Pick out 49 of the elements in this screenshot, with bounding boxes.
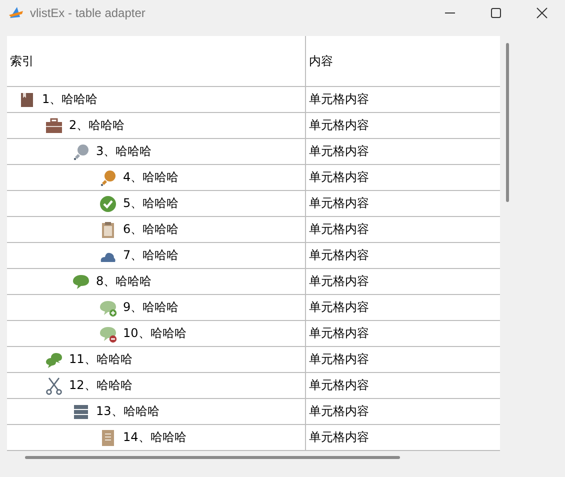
tree-item-label[interactable]: 14、哈哈哈 xyxy=(123,429,186,446)
list-icon xyxy=(72,402,90,420)
tree-item-label[interactable]: 4、哈哈哈 xyxy=(123,169,179,186)
tree-item-label[interactable]: 11、哈哈哈 xyxy=(69,351,132,368)
speech-bubble-remove-icon xyxy=(99,324,117,342)
scrollbar-thumb[interactable] xyxy=(506,43,509,202)
chat-bubbles-icon xyxy=(45,350,63,368)
table-cell: 单元格内容 xyxy=(309,247,369,264)
table-cell: 单元格内容 xyxy=(309,325,369,342)
close-icon[interactable] xyxy=(536,7,548,19)
column-header[interactable]: 索引 xyxy=(7,36,306,86)
lightbulb-icon xyxy=(72,142,90,160)
table-cell: 单元格内容 xyxy=(309,403,369,420)
scissors-icon xyxy=(45,376,63,394)
tree-item-label[interactable]: 10、哈哈哈 xyxy=(123,325,186,342)
maximize-icon[interactable] xyxy=(490,7,502,19)
app-icon xyxy=(8,5,24,21)
tree-item-label[interactable]: 7、哈哈哈 xyxy=(123,247,179,264)
column-header[interactable]: 内容 xyxy=(306,36,500,86)
clipboard-icon xyxy=(99,220,117,238)
book-icon xyxy=(18,90,36,108)
table-cell: 单元格内容 xyxy=(309,273,369,290)
scrollbar-thumb[interactable] xyxy=(25,456,400,459)
table-cell: 单元格内容 xyxy=(309,169,369,186)
briefcase-icon xyxy=(45,116,63,134)
table-cell: 单元格内容 xyxy=(309,299,369,316)
table-cell: 单元格内容 xyxy=(309,351,369,368)
lightbulb-icon xyxy=(99,168,117,186)
tree-item-label[interactable]: 1、哈哈哈 xyxy=(42,91,98,108)
tree-item-label[interactable]: 5、哈哈哈 xyxy=(123,195,179,212)
table-cell: 单元格内容 xyxy=(309,377,369,394)
table-cell: 单元格内容 xyxy=(309,429,369,446)
check-circle-icon xyxy=(99,194,117,212)
tree-item-label[interactable]: 6、哈哈哈 xyxy=(123,221,179,238)
document-icon xyxy=(99,428,117,446)
speech-bubble-icon xyxy=(72,272,90,290)
speech-bubble-add-icon xyxy=(99,298,117,316)
tree-item-label[interactable]: 12、哈哈哈 xyxy=(69,377,132,394)
tree-item-label[interactable]: 2、哈哈哈 xyxy=(69,117,125,134)
table-cell: 单元格内容 xyxy=(309,195,369,212)
tree-item-label[interactable]: 3、哈哈哈 xyxy=(96,143,152,160)
window-title: vlistEx - table adapter xyxy=(30,6,146,20)
tree-item-label[interactable]: 8、哈哈哈 xyxy=(96,273,152,290)
tree-item-label[interactable]: 9、哈哈哈 xyxy=(123,299,179,316)
table-cell: 单元格内容 xyxy=(309,143,369,160)
table-cell: 单元格内容 xyxy=(309,117,369,134)
table-cell: 单元格内容 xyxy=(309,91,369,108)
table-cell: 单元格内容 xyxy=(309,221,369,238)
tree-item-label[interactable]: 13、哈哈哈 xyxy=(96,403,160,420)
